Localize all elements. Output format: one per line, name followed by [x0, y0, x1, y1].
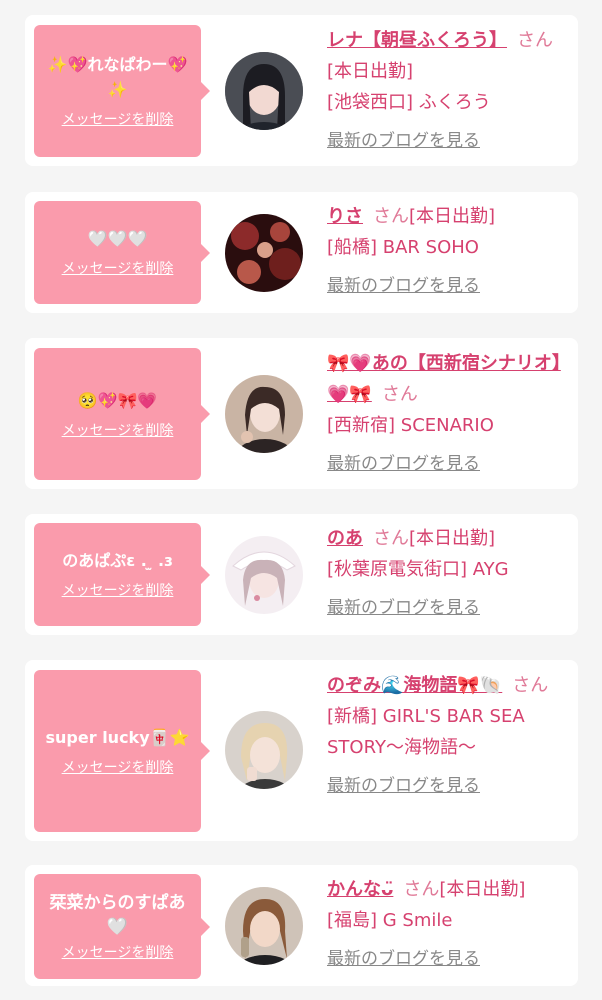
latest-blog-link[interactable]: 最新のブログを見る [327, 593, 480, 624]
honorific: さん [517, 30, 553, 51]
cast-info: 🎀💗あの【西新宿シナリオ】💗🎀 さん [西新宿] SCENARIO 最新のブログを… [327, 348, 565, 480]
latest-blog-link[interactable]: 最新のブログを見る [327, 449, 480, 480]
avatar[interactable] [225, 887, 303, 965]
latest-blog-link[interactable]: 最新のブログを見る [327, 771, 480, 802]
message-text: のあぱぷɛ . ̫ .ɜ [62, 551, 173, 570]
message-text: 栞菜からのすぱあ🤍 [49, 892, 186, 937]
delete-message-link[interactable]: メッセージを削除 [62, 110, 174, 130]
shop-text: [西新宿] SCENARIO [327, 415, 494, 436]
cast-name-link[interactable]: のあ [327, 528, 363, 549]
delete-message-link[interactable]: メッセージを削除 [62, 943, 174, 963]
message-bubble: 🥺💖🎀💗 メッセージを削除 [34, 348, 210, 480]
avatar[interactable] [225, 536, 303, 614]
avatar-image [225, 375, 303, 453]
honorific: さん [403, 879, 440, 900]
status-text: [本日出勤] [409, 206, 496, 227]
message-text: ✨💖れなぱわー💖✨ [47, 55, 188, 99]
status-text: [本日出勤] [439, 879, 526, 900]
honorific: さん [373, 528, 409, 549]
avatar-image [225, 52, 303, 130]
cast-card: 栞菜からのすぱあ🤍 メッセージを削除 かんなᴗ̈ さん[本日出勤] [福島] G … [25, 865, 578, 986]
message-text: 🤍🤍🤍 [87, 229, 148, 248]
cast-card: super lucky🀄⭐ メッセージを削除 のぞみ🌊海物語🎀🐚 さん [新橋] … [25, 660, 578, 841]
cast-name-link[interactable]: かんなᴗ̈ [327, 879, 393, 900]
honorific: さん [373, 206, 409, 227]
message-bubble: 🤍🤍🤍 メッセージを削除 [34, 201, 210, 304]
avatar-image [225, 711, 303, 789]
cast-info: レナ【朝昼ふくろう】 さん [本日出勤] [池袋西口] ふくろう 最新のブログを見る [327, 25, 565, 157]
avatar-image [225, 536, 303, 614]
cast-name-link[interactable]: レナ【朝昼ふくろう】 [327, 30, 507, 51]
message-text: 🥺💖🎀💗 [77, 390, 158, 410]
message-bubble: super lucky🀄⭐ メッセージを削除 [34, 670, 210, 832]
status-text: [本日出勤] [409, 528, 496, 549]
status-text: [本日出勤] [327, 61, 414, 82]
cast-name-link[interactable]: 🎀💗あの【西新宿シナリオ】💗🎀 [327, 353, 561, 405]
message-bubble: 栞菜からのすぱあ🤍 メッセージを削除 [34, 874, 210, 979]
cast-card: ✨💖れなぱわー💖✨ メッセージを削除 レナ【朝昼ふくろう】 さん [本日出勤] [池… [25, 15, 578, 166]
message-bubble: ✨💖れなぱわー💖✨ メッセージを削除 [34, 25, 210, 157]
cast-card: のあぱぷɛ . ̫ .ɜ メッセージを削除 のあ さん[本日出勤] [秋葉原電気街… [25, 514, 578, 635]
cast-info: かんなᴗ̈ さん[本日出勤] [福島] G Smile 最新のブログを見る [327, 874, 565, 975]
cast-info: りさ さん[本日出勤] [船橋] BAR SOHO 最新のブログを見る [327, 201, 565, 302]
avatar[interactable] [225, 375, 303, 453]
cast-info: のあ さん[本日出勤] [秋葉原電気街口] AYG 最新のブログを見る [327, 523, 565, 624]
avatar-image [225, 214, 303, 292]
delete-message-link[interactable]: メッセージを削除 [62, 421, 174, 441]
delete-message-link[interactable]: メッセージを削除 [62, 758, 174, 778]
latest-blog-link[interactable]: 最新のブログを見る [327, 271, 480, 302]
cast-info: のぞみ🌊海物語🎀🐚 さん [新橋] GIRL'S BAR SEA STORY〜海物… [327, 670, 565, 802]
shop-text: [福島] G Smile [327, 910, 453, 931]
avatar[interactable] [225, 214, 303, 292]
cast-name-link[interactable]: りさ [327, 206, 363, 227]
honorific: さん [512, 675, 549, 696]
cast-card: 🥺💖🎀💗 メッセージを削除 🎀💗あの【西新宿シナリオ】💗🎀 さん [西新宿] SC… [25, 338, 578, 489]
latest-blog-link[interactable]: 最新のブログを見る [327, 126, 480, 157]
shop-text: [新橋] GIRL'S BAR SEA STORY〜海物語〜 [327, 706, 525, 758]
avatar-image [225, 887, 303, 965]
shop-text: [池袋西口] ふくろう [327, 92, 491, 113]
delete-message-link[interactable]: メッセージを削除 [62, 259, 174, 279]
shop-text: [船橋] BAR SOHO [327, 237, 479, 258]
message-text: super lucky🀄⭐ [45, 727, 190, 747]
message-bubble: のあぱぷɛ . ̫ .ɜ メッセージを削除 [34, 523, 210, 626]
latest-blog-link[interactable]: 最新のブログを見る [327, 944, 480, 975]
delete-message-link[interactable]: メッセージを削除 [62, 581, 174, 601]
cast-name-link[interactable]: のぞみ🌊海物語🎀🐚 [327, 675, 502, 696]
shop-text: [秋葉原電気街口] AYG [327, 559, 509, 580]
honorific: さん [381, 384, 418, 405]
cast-card: 🤍🤍🤍 メッセージを削除 りさ さん[本日出勤] [船橋] BAR SOHO 最新… [25, 192, 578, 313]
avatar[interactable] [225, 52, 303, 130]
favorites-list: ✨💖れなぱわー💖✨ メッセージを削除 レナ【朝昼ふくろう】 さん[本日出勤] [池… [0, 0, 602, 1000]
avatar[interactable] [225, 711, 303, 789]
